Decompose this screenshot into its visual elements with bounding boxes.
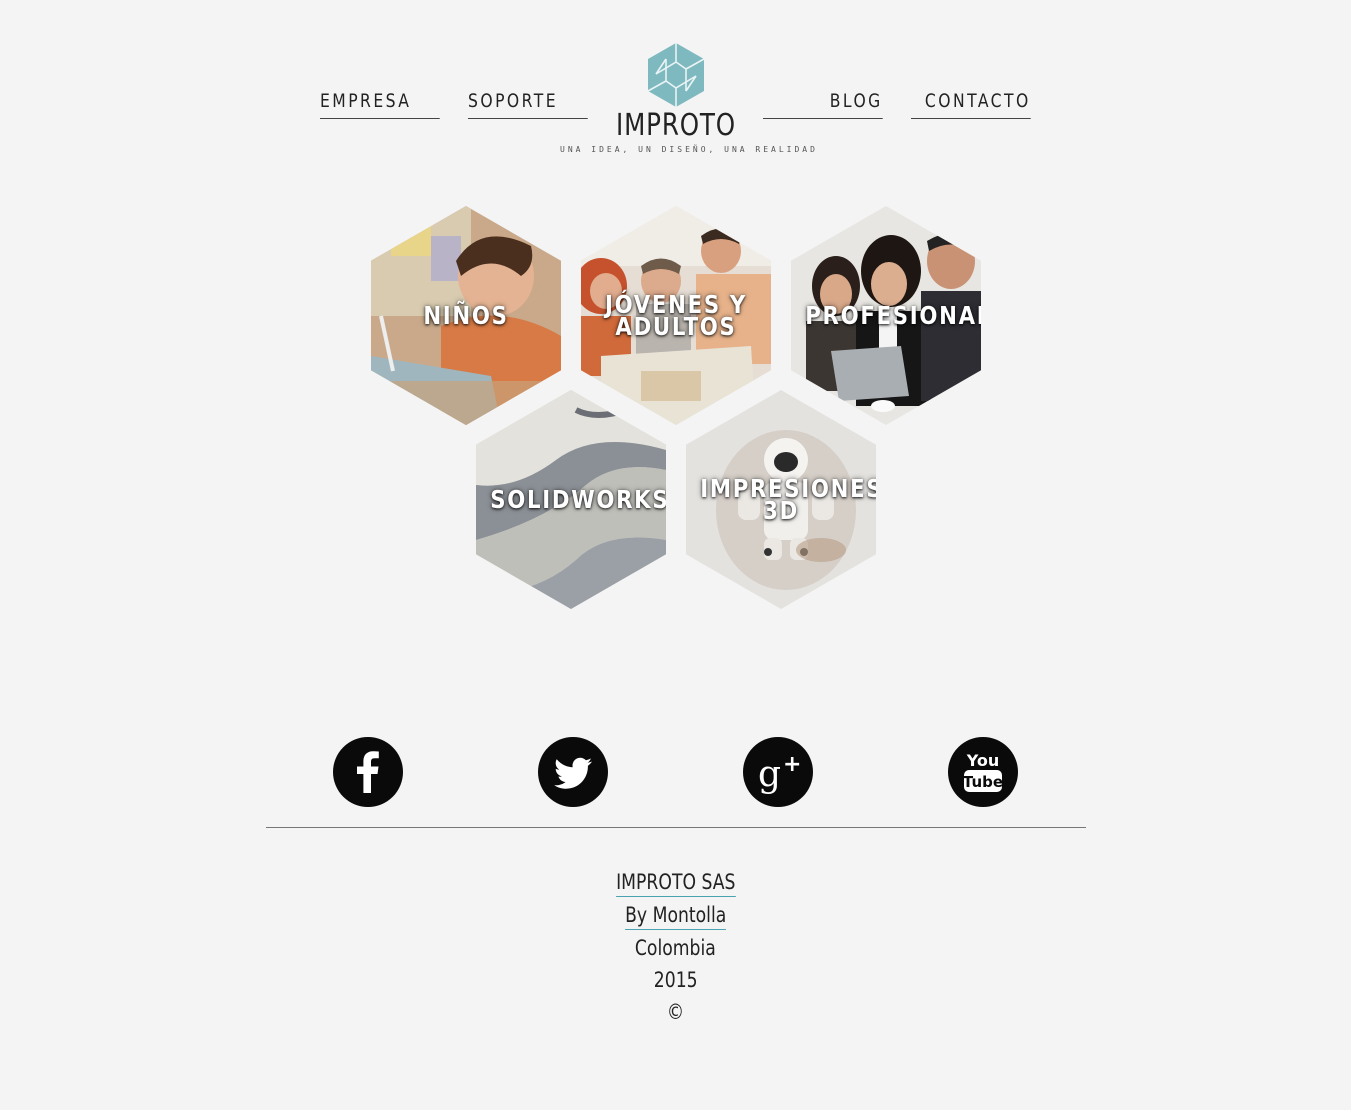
logo-title: IMPROTO (616, 108, 736, 143)
tile-solidworks[interactable]: SOLIDWORKS (476, 390, 666, 609)
footer-country-text: Colombia (635, 936, 716, 960)
footer-country: Colombia (0, 934, 1351, 962)
facebook-glyph (357, 751, 379, 793)
tile-jovenes-adultos-label: JÓVENES Y ADULTOS (604, 289, 748, 341)
tile-jovenes-adultos[interactable]: JÓVENES Y ADULTOS (581, 206, 771, 425)
nav-empresa[interactable]: EMPRESA (320, 88, 440, 119)
facebook-icon[interactable] (333, 737, 403, 807)
tile-profesionales[interactable]: PROFESIONALES (791, 206, 981, 425)
tile-impresiones-3d-label: IMPRESIONES 3D (700, 473, 876, 525)
youtube-glyph: You Tube (963, 751, 1003, 792)
nav-blog[interactable]: BLOG (763, 88, 883, 119)
footer-company-link[interactable]: IMPROTO SAS (0, 868, 1351, 897)
footer-divider (266, 827, 1086, 828)
logo-tagline: UNA IDEA, UN DISEÑO, UNA REALIDAD (560, 145, 818, 154)
google-plus-icon[interactable]: g + (743, 737, 813, 807)
footer-company[interactable]: IMPROTO SAS (615, 868, 736, 897)
nav-contacto[interactable]: CONTACTO (911, 88, 1031, 119)
tile-ninos-label: NIÑOS (423, 300, 509, 330)
page: EMPRESA SOPORTE IMPROTO UNA IDEA, UN DIS… (0, 0, 1351, 1110)
twitter-glyph (554, 757, 592, 789)
tile-impresiones-3d[interactable]: IMPRESIONES 3D (686, 390, 876, 609)
copyright-symbol: © (666, 1000, 685, 1024)
svg-text:g: g (758, 754, 781, 795)
svg-text:You: You (966, 751, 1000, 770)
hexagon-cube-logo-icon (647, 43, 705, 107)
tile-solidworks-label: SOLIDWORKS (490, 484, 666, 514)
footer-author-link[interactable]: By Montolla (0, 901, 1351, 930)
footer-copyright: © (0, 998, 1351, 1026)
google-plus-glyph: g + (758, 752, 801, 795)
youtube-icon[interactable]: You Tube (948, 737, 1018, 807)
footer-year-text: 2015 (653, 968, 698, 992)
tile-ninos[interactable]: NIÑOS (371, 206, 561, 425)
tile-profesionales-label: PROFESIONALES (805, 300, 981, 330)
footer-year: 2015 (0, 966, 1351, 994)
svg-text:+: + (783, 752, 801, 777)
svg-text:Tube: Tube (963, 773, 1003, 791)
logo[interactable]: IMPROTO UNA IDEA, UN DISEÑO, UNA REALIDA… (560, 40, 818, 160)
footer-author[interactable]: By Montolla (624, 901, 727, 930)
twitter-icon[interactable] (538, 737, 608, 807)
